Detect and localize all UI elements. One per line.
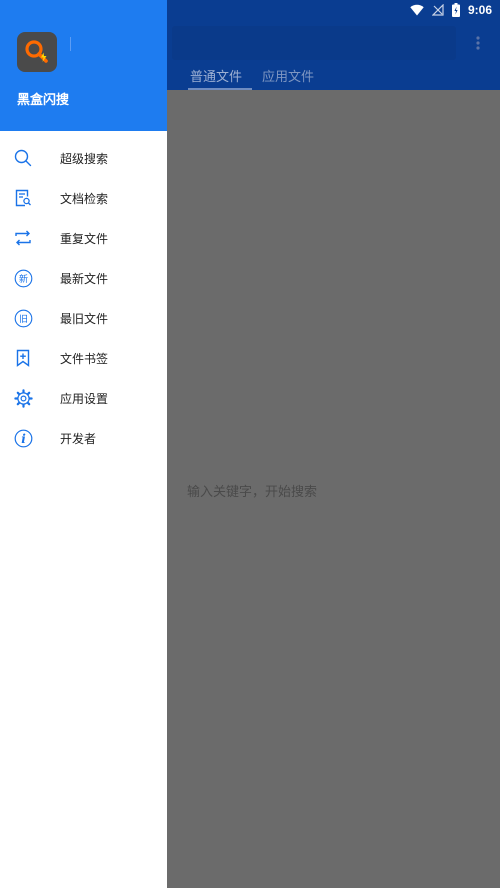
status-time: 9:06 (467, 3, 492, 17)
wifi-icon (410, 4, 424, 16)
app-name: 黑盒闪搜 (17, 93, 70, 108)
search-icon (13, 148, 33, 168)
menu-item-file-bookmarks[interactable]: 文件书签 (0, 338, 167, 378)
battery-icon (451, 3, 460, 17)
menu-item-duplicate-files[interactable]: 重复文件 (0, 218, 167, 258)
tab-app-files[interactable]: 应用文件 (252, 60, 324, 90)
document-search-icon (13, 188, 33, 208)
empty-search-hint: 输入关键字，开始搜索 (187, 485, 318, 500)
menu-item-label: 开发者 (60, 431, 97, 446)
menu-item-label: 超级搜索 (60, 151, 109, 166)
menu-item-super-search[interactable]: 超级搜索 (0, 138, 167, 178)
drawer-menu: 超级搜索 文档检索 重复文件 新 最新文件 旧 最旧文件 文件书签 应用设置 i… (0, 138, 167, 458)
no-signal-icon (431, 4, 444, 16)
more-vertical-icon[interactable] (470, 32, 486, 54)
header-divider (70, 37, 71, 51)
old-badge-icon: 旧 (13, 308, 33, 328)
menu-item-document-search[interactable]: 文档检索 (0, 178, 167, 218)
menu-item-label: 重复文件 (60, 231, 109, 246)
repeat-icon (13, 228, 33, 248)
menu-item-label: 最新文件 (60, 271, 109, 286)
app-logo-icon (17, 32, 57, 72)
navigation-drawer: 黑盒闪搜 超级搜索 文档检索 重复文件 新 最新文件 旧 最旧文件 文件书签 应… (0, 0, 167, 888)
new-badge-icon: 新 (13, 268, 33, 288)
drawer-header: 黑盒闪搜 (0, 0, 167, 131)
menu-item-label: 最旧文件 (60, 311, 109, 326)
menu-item-newest-files[interactable]: 新 最新文件 (0, 258, 167, 298)
status-bar: 9:06 (410, 0, 500, 20)
gear-icon (13, 388, 33, 408)
info-icon: i (13, 428, 33, 448)
menu-item-app-settings[interactable]: 应用设置 (0, 378, 167, 418)
menu-item-label: 文档检索 (60, 191, 109, 206)
svg-text:i: i (21, 432, 26, 446)
menu-item-oldest-files[interactable]: 旧 最旧文件 (0, 298, 167, 338)
tab-normal-files[interactable]: 普通文件 (166, 60, 253, 90)
svg-text:新: 新 (18, 273, 27, 285)
bookmark-add-icon (13, 348, 33, 368)
menu-item-label: 应用设置 (60, 391, 109, 406)
menu-item-label: 文件书签 (60, 351, 109, 366)
svg-text:旧: 旧 (18, 314, 27, 325)
file-type-tabs: 普通文件 应用文件 (166, 60, 324, 90)
menu-item-developer[interactable]: i 开发者 (0, 418, 167, 458)
search-input[interactable] (172, 26, 456, 60)
